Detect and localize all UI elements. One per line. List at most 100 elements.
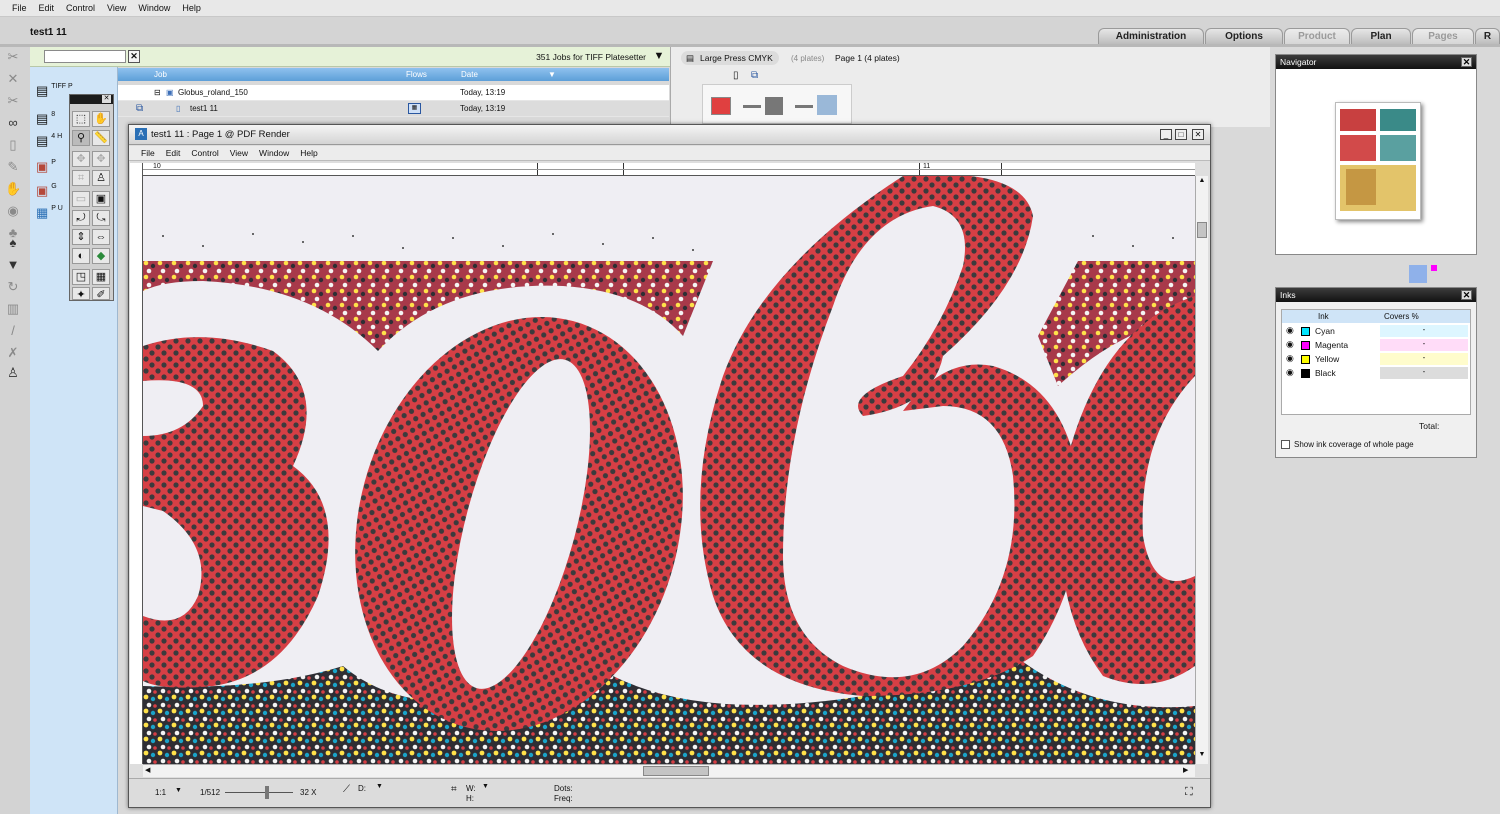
undo-rotate-icon[interactable]: ⤿ [92, 210, 110, 226]
device-item[interactable]: ▦ P U [36, 205, 63, 221]
press-preset-badge[interactable]: ▤ Large Press CMYK [681, 51, 779, 65]
d-dropdown-chevron-down-icon[interactable]: ▼ [376, 783, 383, 790]
scissors-icon[interactable]: ✂ [5, 49, 21, 65]
frame-tool-icon[interactable]: ▣ [92, 191, 110, 207]
eye-icon[interactable]: ◉ [5, 203, 21, 219]
flip-vertical-icon[interactable]: ⇕ [72, 229, 90, 245]
pencil-icon[interactable]: ✎ [5, 159, 21, 175]
funnel-icon[interactable]: ▼ [5, 257, 21, 273]
ink-row-cyan[interactable]: ◉ Cyan - [1282, 325, 1470, 339]
pan-tool-icon[interactable]: ✥ [92, 151, 110, 167]
bucket-icon[interactable]: ♠ [5, 235, 21, 251]
pen-icon[interactable]: / [5, 323, 21, 339]
device-item[interactable]: ▤ 4 H [36, 133, 62, 149]
ink-row-black[interactable]: ◉ Black - [1282, 367, 1470, 381]
scroll-right-icon[interactable]: ▶ [1183, 766, 1188, 774]
tool-palette-title[interactable]: ✕ [70, 95, 113, 104]
hand-tool-icon[interactable]: ✋ [92, 111, 110, 127]
menu-control[interactable]: Control [60, 3, 101, 13]
device-item[interactable]: ▣ G [36, 183, 57, 199]
collapse-icon[interactable]: ⊟ [154, 88, 161, 97]
rect-tool-icon[interactable]: ▭ [72, 191, 90, 207]
column-job[interactable]: Job [154, 70, 167, 79]
device-item[interactable]: ▤ TIFF P [36, 83, 73, 99]
render-window-title-bar[interactable]: A test1 11 : Page 1 @ PDF Render _ □ ✕ [129, 125, 1210, 145]
menu-edit[interactable]: Edit [33, 3, 61, 13]
link-icon[interactable]: ∞ [5, 115, 21, 131]
vertical-scrollbar[interactable]: ▲ ▼ [1195, 176, 1208, 764]
ink-row-yellow[interactable]: ◉ Yellow - [1282, 353, 1470, 367]
render-canvas[interactable] [143, 176, 1195, 764]
tab-r[interactable]: R [1475, 28, 1500, 44]
flip-horizontal-icon[interactable]: ⇔ [92, 229, 110, 245]
close-icon[interactable]: ✕ [1461, 290, 1472, 300]
close-icon[interactable]: ✕ [1461, 57, 1472, 67]
move-tool-icon[interactable]: ✥ [72, 151, 90, 167]
sort-chevron-down-icon[interactable]: ▼ [548, 70, 556, 79]
rw-menu-window[interactable]: Window [255, 148, 296, 158]
table-row[interactable]: ⊟ ▣ Globus_roland_150 Today, 13:19 [118, 85, 669, 101]
menu-file[interactable]: File [6, 3, 33, 13]
plates-icon[interactable]: ⧉ [751, 70, 758, 81]
device-item[interactable]: ▤ 8 [36, 111, 55, 127]
frame-select-icon[interactable]: ◳ [72, 269, 90, 285]
ruler-tool-icon[interactable]: 📏 [92, 130, 110, 146]
rw-menu-edit[interactable]: Edit [162, 148, 188, 158]
minimize-button[interactable]: _ [1160, 129, 1172, 140]
maximize-button[interactable]: □ [1175, 129, 1187, 140]
crop-icon[interactable]: ⌗ [451, 784, 457, 795]
measure-icon[interactable]: ⟋ [343, 784, 350, 795]
horizontal-scroll-thumb[interactable] [643, 766, 709, 776]
column-flows[interactable]: Flows [406, 70, 427, 79]
zoom-slider-track[interactable] [225, 792, 293, 793]
eye-icon[interactable]: ◉ [1286, 367, 1294, 378]
page-thumbnail[interactable] [1335, 102, 1421, 220]
marquee-tool-icon[interactable]: ⬚ [72, 111, 90, 127]
column-date[interactable]: Date [461, 70, 478, 79]
scroll-up-icon[interactable]: ▲ [1197, 177, 1207, 187]
close-button[interactable]: ✕ [1192, 129, 1204, 140]
spot-icon[interactable]: ✐ [92, 287, 110, 301]
scroll-down-icon[interactable]: ▼ [1197, 751, 1207, 761]
rotate-tool-icon[interactable]: ⤾ [72, 210, 90, 226]
zoom-dropdown-chevron-down-icon[interactable]: ▼ [175, 787, 182, 794]
horizontal-scrollbar[interactable]: ◀ ▶ [143, 764, 1195, 777]
eye-icon[interactable]: ◉ [1286, 325, 1294, 336]
eye-icon[interactable]: ◉ [1286, 353, 1294, 364]
filter-icon[interactable]: ▼ [652, 50, 666, 63]
menu-view[interactable]: View [101, 3, 132, 13]
table-row[interactable]: ⧉ ▯ test1 11 ▦ Today, 13:19 [118, 101, 669, 117]
tab-plan[interactable]: Plan [1351, 28, 1411, 44]
whole-page-option[interactable]: Show ink coverage of whole page [1281, 440, 1414, 449]
new-page-icon[interactable]: ▯ [733, 70, 739, 81]
close-icon[interactable]: ✕ [5, 71, 21, 87]
eye-icon[interactable]: ◉ [1286, 339, 1294, 350]
tools-icon[interactable]: ✂ [5, 93, 21, 109]
color-picker-icon[interactable]: ◆ [92, 248, 110, 264]
search-input[interactable] [44, 50, 126, 63]
eyedropper-tool-icon[interactable]: ♙ [92, 170, 110, 186]
zoom-slider-thumb[interactable] [265, 786, 270, 799]
flow-icon[interactable]: ▦ [408, 103, 421, 114]
vertical-scroll-thumb[interactable] [1197, 222, 1207, 238]
tab-options[interactable]: Options [1205, 28, 1283, 44]
menu-help[interactable]: Help [176, 3, 207, 13]
rw-menu-help[interactable]: Help [296, 148, 324, 158]
column-ink[interactable]: Ink [1318, 312, 1329, 321]
tab-pages[interactable]: Pages [1412, 28, 1474, 44]
refresh-icon[interactable]: ↻ [5, 279, 21, 295]
hand-icon[interactable]: ✋ [5, 181, 21, 197]
building-icon[interactable]: ▥ [5, 301, 21, 317]
separation-icon[interactable]: ✦ [72, 287, 90, 301]
wrench-icon[interactable]: ✗ [5, 345, 21, 361]
tab-administration[interactable]: Administration [1098, 28, 1204, 44]
device-item[interactable]: ▣ P [36, 159, 56, 175]
menu-window[interactable]: Window [132, 3, 176, 13]
column-covers[interactable]: Covers % [1384, 312, 1419, 321]
document-icon[interactable]: ▯ [5, 137, 21, 153]
wh-dropdown-chevron-down-icon[interactable]: ▼ [482, 783, 489, 790]
scroll-left-icon[interactable]: ◀ [145, 766, 150, 774]
zoom-ratio[interactable]: 1:1 [155, 788, 166, 797]
fit-screen-icon[interactable]: ⛶ [1185, 786, 1193, 799]
grid-icon[interactable]: ▦ [92, 269, 110, 285]
